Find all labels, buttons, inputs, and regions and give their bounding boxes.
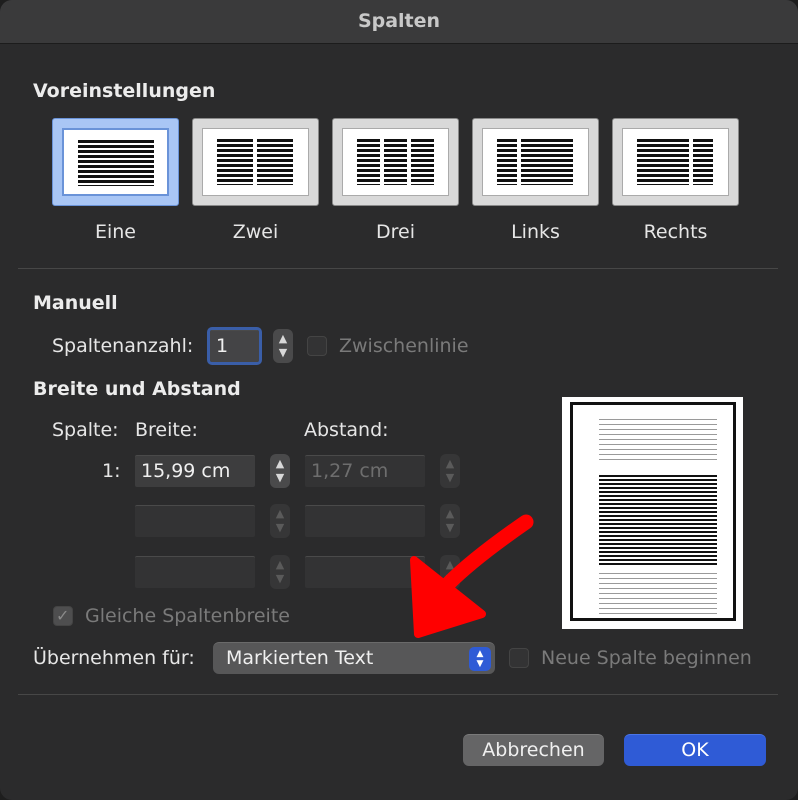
preset-two-column-2 — [257, 139, 293, 185]
preset-two[interactable] — [192, 118, 319, 206]
preset-left-column-2 — [521, 139, 573, 185]
row-3-width-stepper[interactable]: ▲ ▼ — [270, 555, 290, 589]
columns-dialog: Spalten Voreinstellungen Eine Zwei Drei … — [0, 0, 798, 800]
chevron-down-icon[interactable]: ▼ — [440, 472, 460, 484]
equal-width-label: Gleiche Spaltenbreite — [85, 605, 290, 627]
preset-right-column-1 — [637, 139, 689, 185]
row-1-index: 1: — [102, 460, 121, 482]
preset-right-column-2 — [693, 139, 713, 185]
chevron-up-icon[interactable]: ▲ — [270, 559, 290, 571]
preset-left-page — [482, 128, 589, 196]
manual-heading: Manuell — [33, 292, 118, 314]
apply-to-popup[interactable]: Markierten Text ▲ ▼ — [213, 642, 495, 674]
chevron-up-icon[interactable]: ▲ — [270, 458, 290, 470]
preset-right-page — [622, 128, 729, 196]
column-count-stepper[interactable]: ▲ ▼ — [273, 329, 293, 363]
row-3-width-input[interactable] — [135, 556, 255, 588]
preset-two-column-1 — [217, 139, 253, 185]
column-count-label: Spaltenanzahl: — [52, 335, 194, 357]
row-3-spacing-input[interactable] — [305, 556, 425, 588]
row-2-width-input[interactable] — [135, 505, 255, 537]
row-3-spacing-stepper[interactable]: ▲ ▼ — [440, 555, 460, 589]
preview-text-before — [599, 419, 717, 463]
window-title: Spalten — [357, 10, 441, 32]
preset-one-column — [78, 140, 154, 186]
separator-label: Zwischenlinie — [339, 335, 469, 357]
new-column-label: Neue Spalte beginnen — [541, 647, 752, 669]
preview-selected-text — [599, 475, 717, 567]
column-count-input[interactable]: 1 — [207, 327, 262, 365]
row-1-width-input[interactable]: 15,99 cm — [135, 455, 255, 487]
apply-to-label: Übernehmen für: — [33, 647, 195, 669]
row-2-spacing-input[interactable] — [305, 505, 425, 537]
ok-button[interactable]: OK — [624, 734, 766, 766]
preset-right[interactable] — [612, 118, 739, 206]
preset-three-column-1 — [357, 139, 380, 185]
up-down-chevron-icon[interactable]: ▲ ▼ — [469, 647, 491, 671]
preset-left-column-1 — [497, 139, 517, 185]
chevron-up-icon: ▲ — [476, 649, 484, 659]
preset-left-label: Links — [511, 221, 560, 243]
chevron-down-icon[interactable]: ▼ — [440, 573, 460, 585]
width-spacing-heading: Breite und Abstand — [33, 378, 241, 400]
preset-three-page — [342, 128, 449, 196]
row-1-spacing-input[interactable]: 1,27 cm — [305, 455, 425, 487]
chevron-down-icon[interactable]: ▼ — [270, 472, 290, 484]
chevron-up-icon[interactable]: ▲ — [270, 508, 290, 520]
separator-checkbox[interactable] — [307, 336, 327, 356]
cancel-button[interactable]: Abbrechen — [463, 734, 604, 766]
preview-text-after — [599, 573, 717, 615]
chevron-up-icon[interactable]: ▲ — [440, 508, 460, 520]
row-1-spacing-stepper[interactable]: ▲ ▼ — [440, 454, 460, 488]
preset-three[interactable] — [332, 118, 459, 206]
chevron-down-icon: ▼ — [476, 659, 484, 669]
row-2-spacing-stepper[interactable]: ▲ ▼ — [440, 504, 460, 538]
divider-top — [18, 268, 778, 269]
equal-width-checkbox[interactable]: ✓ — [53, 606, 73, 626]
presets-heading: Voreinstellungen — [33, 80, 216, 102]
title-bar: Spalten — [0, 0, 798, 44]
chevron-up-icon[interactable]: ▲ — [440, 559, 460, 571]
preset-two-page — [202, 128, 309, 196]
preset-three-column-2 — [384, 139, 407, 185]
preset-three-column-3 — [411, 139, 434, 185]
preset-three-label: Drei — [376, 221, 415, 243]
width-header: Breite: — [135, 419, 198, 441]
preset-left[interactable] — [472, 118, 599, 206]
column-header: Spalte: — [52, 419, 119, 441]
chevron-up-icon[interactable]: ▲ — [273, 333, 293, 345]
chevron-down-icon[interactable]: ▼ — [273, 347, 293, 359]
row-1-width-stepper[interactable]: ▲ ▼ — [270, 454, 290, 488]
preset-one-label: Eine — [94, 221, 136, 243]
divider-bottom — [18, 694, 778, 695]
apply-to-value: Markierten Text — [226, 647, 374, 669]
chevron-down-icon[interactable]: ▼ — [270, 522, 290, 534]
preview-page — [570, 402, 736, 621]
column-preview — [562, 397, 743, 629]
chevron-down-icon[interactable]: ▼ — [270, 573, 290, 585]
preset-right-label: Rechts — [643, 221, 708, 243]
checkmark-icon: ✓ — [56, 606, 70, 625]
chevron-down-icon[interactable]: ▼ — [440, 522, 460, 534]
new-column-checkbox[interactable] — [509, 648, 529, 668]
preset-one[interactable] — [52, 118, 179, 206]
chevron-up-icon[interactable]: ▲ — [440, 458, 460, 470]
spacing-header: Abstand: — [304, 419, 389, 441]
preset-one-page — [62, 128, 169, 196]
row-2-width-stepper[interactable]: ▲ ▼ — [270, 504, 290, 538]
preset-two-label: Zwei — [232, 221, 279, 243]
